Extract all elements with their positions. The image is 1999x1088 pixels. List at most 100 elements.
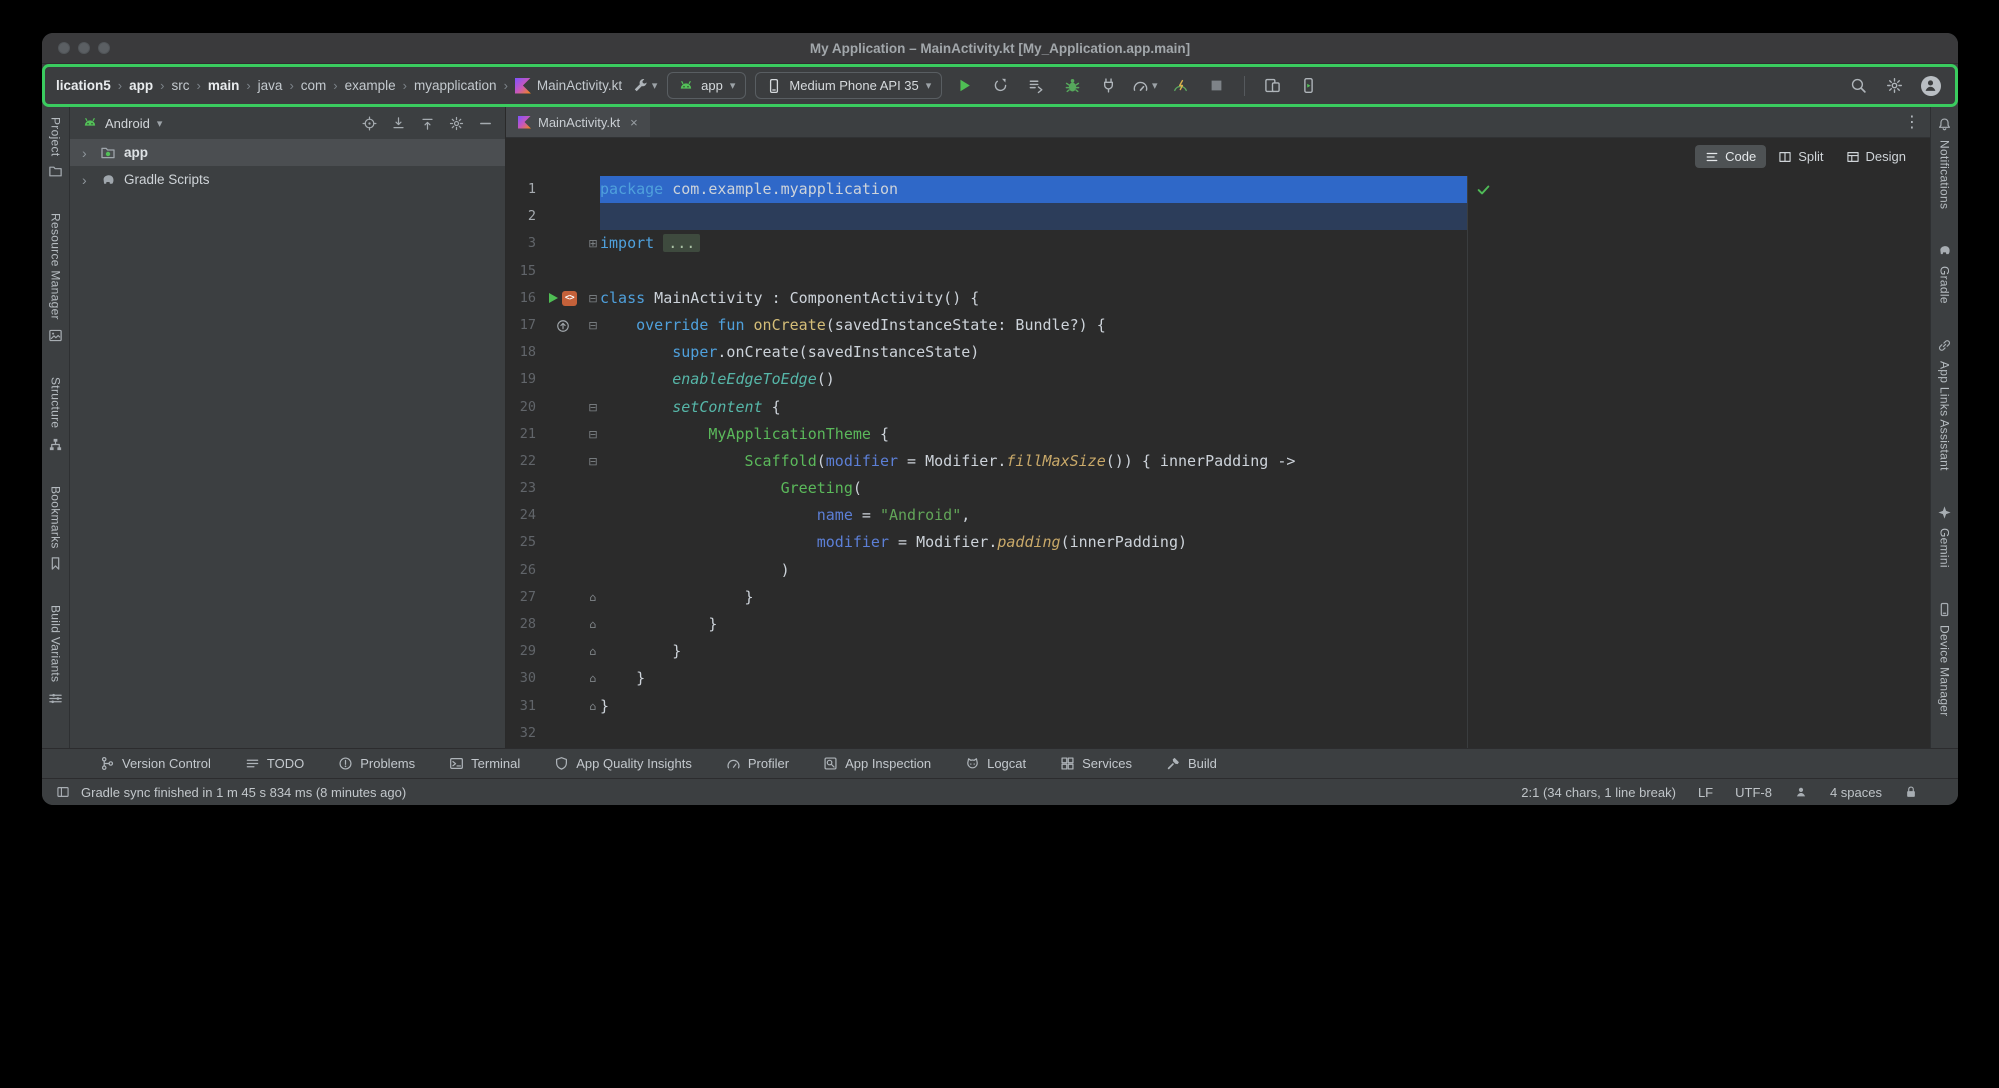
hide-panel-button[interactable] bbox=[478, 116, 493, 131]
fold-marker-icon[interactable]: ⌂ bbox=[586, 665, 600, 692]
tool-stripe-bookmarks[interactable]: Bookmarks bbox=[48, 486, 63, 572]
fold-marker-icon[interactable]: ⊟ bbox=[586, 394, 600, 421]
indent-widget[interactable]: 4 spaces bbox=[1830, 785, 1882, 800]
fold-marker-icon[interactable]: ⊟ bbox=[586, 448, 600, 475]
project-view-selector[interactable]: Android bbox=[105, 116, 150, 131]
editor-options-kebab-icon[interactable]: ⋮ bbox=[1894, 112, 1930, 132]
tool-window-button-profiler[interactable]: Profiler bbox=[726, 756, 789, 771]
minimize-window-button[interactable] bbox=[78, 42, 90, 54]
device-selector[interactable]: Medium Phone API 35 ▾ bbox=[755, 72, 942, 99]
tool-stripe-structure[interactable]: Structure bbox=[48, 377, 63, 451]
code-text[interactable]: class MainActivity : ComponentActivity()… bbox=[600, 285, 979, 312]
view-mode-code[interactable]: Code bbox=[1695, 145, 1766, 168]
code-text[interactable]: } bbox=[600, 611, 717, 638]
profiler-button[interactable]: ▾ bbox=[1131, 72, 1158, 99]
tool-window-button-problems[interactable]: Problems bbox=[338, 756, 415, 771]
collapse-all-button[interactable] bbox=[391, 116, 406, 131]
profile-avatar-button[interactable] bbox=[1917, 72, 1944, 99]
tool-window-button-app-quality-insights[interactable]: App Quality Insights bbox=[554, 756, 692, 771]
run-configuration-selector[interactable]: app ▾ bbox=[667, 72, 746, 99]
code-text[interactable]: override fun onCreate(savedInstanceState… bbox=[600, 312, 1106, 339]
tree-item-app[interactable]: ›app bbox=[70, 139, 505, 166]
breadcrumb-item-example[interactable]: example bbox=[345, 78, 396, 93]
fold-marker-icon[interactable]: ⊞ bbox=[586, 230, 600, 257]
code-text[interactable]: } bbox=[600, 665, 645, 692]
tool-stripe-app-links-assistant[interactable]: App Links Assistant bbox=[1937, 338, 1952, 471]
code-text[interactable]: modifier = Modifier.padding(innerPadding… bbox=[600, 529, 1187, 556]
stop-button[interactable] bbox=[1203, 72, 1230, 99]
fold-marker-icon[interactable]: ⌂ bbox=[586, 584, 600, 611]
editor-tab[interactable]: MainActivity.kt × bbox=[506, 107, 650, 137]
build-tools-button[interactable]: ▾ bbox=[631, 72, 658, 99]
tool-window-layout-button[interactable] bbox=[56, 785, 70, 799]
code-text[interactable]: } bbox=[600, 584, 754, 611]
code-text[interactable] bbox=[600, 203, 1467, 230]
run-button[interactable] bbox=[951, 72, 978, 99]
view-mode-design[interactable]: Design bbox=[1836, 145, 1916, 168]
code-text[interactable]: name = "Android", bbox=[600, 502, 970, 529]
tool-stripe-gradle[interactable]: Gradle bbox=[1937, 243, 1952, 304]
tool-window-button-terminal[interactable]: Terminal bbox=[449, 756, 520, 771]
locate-file-button[interactable] bbox=[362, 116, 377, 131]
code-text[interactable]: ) bbox=[600, 557, 790, 584]
compose-preview-icon[interactable]: <> bbox=[562, 291, 577, 306]
code-text[interactable]: super.onCreate(savedInstanceState) bbox=[600, 339, 979, 366]
view-mode-split[interactable]: Split bbox=[1768, 145, 1833, 168]
tool-stripe-resource-manager[interactable]: Resource Manager bbox=[48, 213, 63, 343]
code-text[interactable]: MyApplicationTheme { bbox=[600, 421, 889, 448]
breadcrumb-item-myapplication[interactable]: myapplication bbox=[414, 78, 497, 93]
tool-stripe-gemini[interactable]: Gemini bbox=[1937, 505, 1952, 568]
code-text[interactable]: } bbox=[600, 638, 681, 665]
expand-all-button[interactable] bbox=[420, 116, 435, 131]
inspections-ok-icon[interactable] bbox=[1476, 182, 1491, 197]
debug-button[interactable] bbox=[1059, 72, 1086, 99]
readonly-lock-icon[interactable] bbox=[1904, 785, 1918, 799]
tool-window-button-version-control[interactable]: Version Control bbox=[100, 756, 211, 771]
breadcrumb-item-mainactivity-kt[interactable]: MainActivity.kt bbox=[515, 78, 622, 94]
breadcrumb-item-lication5[interactable]: lication5 bbox=[56, 78, 111, 93]
code-area[interactable]: 1package com.example.myapplication23⊞imp… bbox=[506, 176, 1930, 748]
profile-low-overhead-button[interactable] bbox=[1167, 72, 1194, 99]
tool-window-button-services[interactable]: Services bbox=[1060, 756, 1132, 771]
tool-window-button-todo[interactable]: TODO bbox=[245, 756, 304, 771]
tool-stripe-project[interactable]: Project bbox=[48, 117, 63, 179]
breadcrumb-item-app[interactable]: app bbox=[129, 78, 153, 93]
close-tab-icon[interactable]: × bbox=[630, 115, 638, 130]
fold-marker-icon[interactable]: ⌂ bbox=[586, 693, 600, 720]
panel-options-button[interactable] bbox=[449, 116, 464, 131]
fold-marker-icon[interactable]: ⊟ bbox=[586, 285, 600, 312]
line-separator-widget[interactable]: LF bbox=[1698, 785, 1713, 800]
code-text[interactable]: setContent { bbox=[600, 394, 781, 421]
tool-window-button-build[interactable]: Build bbox=[1166, 756, 1217, 771]
fold-marker-icon[interactable]: ⊟ bbox=[586, 312, 600, 339]
close-window-button[interactable] bbox=[58, 42, 70, 54]
breadcrumb-item-main[interactable]: main bbox=[208, 78, 240, 93]
tool-stripe-build-variants[interactable]: Build Variants bbox=[48, 605, 63, 705]
fold-marker-icon[interactable]: ⌂ bbox=[586, 611, 600, 638]
fold-marker-icon[interactable]: ⊟ bbox=[586, 421, 600, 448]
apply-code-changes-button[interactable] bbox=[1023, 72, 1050, 99]
breadcrumb-item-src[interactable]: src bbox=[171, 78, 189, 93]
code-text[interactable]: package com.example.myapplication bbox=[600, 176, 1467, 203]
run-line-icon[interactable] bbox=[549, 293, 558, 303]
breadcrumb-item-com[interactable]: com bbox=[301, 78, 327, 93]
apply-changes-button[interactable] bbox=[987, 72, 1014, 99]
highlighting-level-icon[interactable] bbox=[1794, 785, 1808, 799]
search-everywhere-button[interactable] bbox=[1845, 72, 1872, 99]
override-icon[interactable] bbox=[556, 319, 570, 333]
tool-stripe-notifications[interactable]: Notifications bbox=[1937, 117, 1952, 209]
code-text[interactable]: import ... bbox=[600, 230, 700, 257]
device-mirroring-button[interactable] bbox=[1259, 72, 1286, 99]
settings-button[interactable] bbox=[1881, 72, 1908, 99]
caret-position-widget[interactable]: 2:1 (34 chars, 1 line break) bbox=[1521, 785, 1676, 800]
running-devices-button[interactable] bbox=[1295, 72, 1322, 99]
code-text[interactable]: Greeting( bbox=[600, 475, 862, 502]
zoom-window-button[interactable] bbox=[98, 42, 110, 54]
tool-window-button-logcat[interactable]: Logcat bbox=[965, 756, 1026, 771]
tree-item-gradle-scripts[interactable]: ›Gradle Scripts bbox=[70, 166, 505, 193]
breadcrumb-item-java[interactable]: java bbox=[258, 78, 283, 93]
tool-stripe-device-manager[interactable]: Device Manager bbox=[1937, 602, 1952, 717]
code-text[interactable]: enableEdgeToEdge() bbox=[600, 366, 835, 393]
chevron-right-icon[interactable]: › bbox=[82, 145, 92, 161]
tool-window-button-app-inspection[interactable]: App Inspection bbox=[823, 756, 931, 771]
